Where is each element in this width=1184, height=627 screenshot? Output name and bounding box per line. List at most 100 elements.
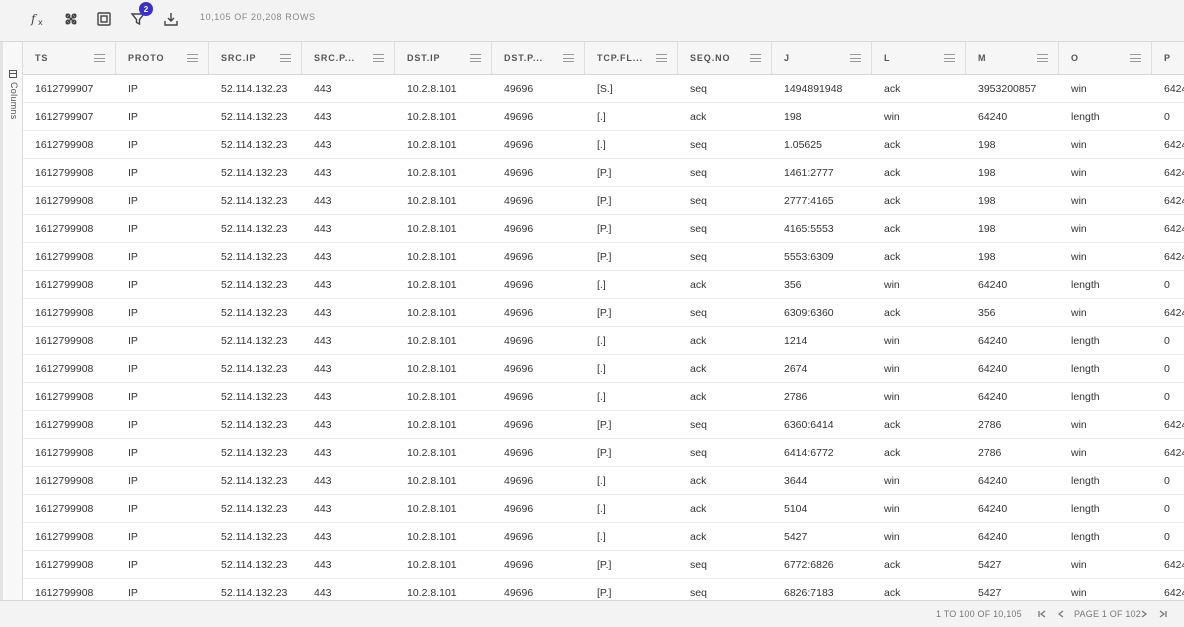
cell-seq-no: ack [690, 391, 707, 403]
grid-icon[interactable] [60, 8, 82, 30]
download-icon[interactable] [160, 8, 182, 30]
cell-proto: IP [128, 251, 138, 263]
table-row[interactable]: 1612799907 IP 52.114.132.23 443 10.2.8.101 49… [23, 103, 1184, 131]
cell-ts: 1612799908 [35, 363, 94, 375]
table-row[interactable]: 1612799908 IP 52.114.132.23 443 10.2.8.101 49… [23, 215, 1184, 243]
table-row[interactable]: 1612799908 IP 52.114.132.23 443 10.2.8.101 49… [23, 439, 1184, 467]
table-row[interactable]: 1612799908 IP 52.114.132.23 443 10.2.8.101 49… [23, 411, 1184, 439]
column-header-dst-port[interactable]: DST.P... [492, 42, 585, 74]
table-row[interactable]: 1612799908 IP 52.114.132.23 443 10.2.8.101 49… [23, 467, 1184, 495]
cell-seq-no: seq [690, 139, 707, 151]
cell-dst-ip: 10.2.8.101 [407, 167, 457, 179]
cell-o: win [1071, 223, 1087, 235]
column-menu-icon[interactable] [850, 54, 861, 62]
cell-src-ip: 52.114.132.23 [221, 363, 288, 375]
table-row[interactable]: 1612799908 IP 52.114.132.23 443 10.2.8.101 49… [23, 159, 1184, 187]
cell-tcp-flags: [.] [597, 531, 606, 543]
table-row[interactable]: 1612799908 IP 52.114.132.23 443 10.2.8.101 49… [23, 383, 1184, 411]
cell-tcp-flags: [.] [597, 503, 606, 515]
cell-proto: IP [128, 391, 138, 403]
cell-tcp-flags: [.] [597, 111, 606, 123]
column-menu-icon[interactable] [470, 54, 481, 62]
column-menu-icon[interactable] [373, 54, 384, 62]
cell-dst-port: 49696 [504, 419, 534, 431]
cell-tcp-flags: [.] [597, 363, 606, 375]
column-menu-icon[interactable] [750, 54, 761, 62]
cell-ts: 1612799908 [35, 223, 94, 235]
cell-p: 6424 [1164, 167, 1184, 179]
table-row[interactable]: 1612799908 IP 52.114.132.23 443 10.2.8.101 49… [23, 579, 1184, 601]
cell-ts: 1612799908 [35, 307, 94, 319]
column-menu-icon[interactable] [280, 54, 291, 62]
table-row[interactable]: 1612799908 IP 52.114.132.23 443 10.2.8.101 49… [23, 131, 1184, 159]
cell-p: 0 [1164, 335, 1170, 347]
column-menu-icon[interactable] [656, 54, 667, 62]
table-row[interactable]: 1612799908 IP 52.114.132.23 443 10.2.8.101 49… [23, 271, 1184, 299]
column-header-m[interactable]: M [966, 42, 1059, 74]
cell-l: win [884, 363, 900, 375]
table-row[interactable]: 1612799908 IP 52.114.132.23 443 10.2.8.101 49… [23, 495, 1184, 523]
next-page-icon[interactable] [1138, 607, 1150, 621]
column-header-dst-ip[interactable]: DST.IP [395, 42, 492, 74]
cell-ts: 1612799908 [35, 195, 94, 207]
table-row[interactable]: 1612799907 IP 52.114.132.23 443 10.2.8.101 49… [23, 75, 1184, 103]
cell-j: 2786 [784, 391, 808, 403]
cell-src-port: 443 [314, 503, 332, 515]
table-row[interactable]: 1612799908 IP 52.114.132.23 443 10.2.8.101 49… [23, 523, 1184, 551]
table-row[interactable]: 1612799908 IP 52.114.132.23 443 10.2.8.101 49… [23, 187, 1184, 215]
cell-src-ip: 52.114.132.23 [221, 195, 288, 207]
table-row[interactable]: 1612799908 IP 52.114.132.23 443 10.2.8.101 49… [23, 551, 1184, 579]
function-icon[interactable]: fx [27, 8, 49, 30]
column-header-src-port[interactable]: SRC.P... [302, 42, 395, 74]
column-menu-icon[interactable] [187, 54, 198, 62]
pagination-bar: 1 TO 100 OF 10,105 PAGE 1 OF 102 [0, 600, 1184, 627]
column-header-tcp-flags[interactable]: TCP.FL... [585, 42, 678, 74]
cell-l: ack [884, 307, 901, 319]
previous-page-icon[interactable] [1055, 607, 1067, 621]
table-row[interactable]: 1612799908 IP 52.114.132.23 443 10.2.8.101 49… [23, 299, 1184, 327]
column-header-p[interactable]: P [1152, 42, 1184, 74]
cell-m: 198 [978, 251, 996, 263]
table-row[interactable]: 1612799908 IP 52.114.132.23 443 10.2.8.101 49… [23, 243, 1184, 271]
column-header-l[interactable]: L [872, 42, 966, 74]
cell-seq-no: seq [690, 251, 707, 263]
table-row[interactable]: 1612799908 IP 52.114.132.23 443 10.2.8.101 49… [23, 327, 1184, 355]
cell-src-ip: 52.114.132.23 [221, 167, 288, 179]
cell-ts: 1612799907 [35, 111, 94, 123]
column-header-proto[interactable]: PROTO [116, 42, 209, 74]
cell-m: 5427 [978, 587, 1002, 599]
cell-dst-ip: 10.2.8.101 [407, 419, 457, 431]
first-page-icon[interactable] [1036, 607, 1048, 621]
cell-src-port: 443 [314, 419, 332, 431]
column-menu-icon[interactable] [94, 54, 105, 62]
column-header-o[interactable]: O [1059, 42, 1152, 74]
column-header-label: TCP.FL... [597, 53, 643, 63]
cell-src-port: 443 [314, 139, 332, 151]
column-menu-icon[interactable] [1037, 54, 1048, 62]
column-header-seq-no[interactable]: SEQ.NO [678, 42, 772, 74]
cell-proto: IP [128, 503, 138, 515]
column-header-j[interactable]: J [772, 42, 872, 74]
last-page-icon[interactable] [1157, 607, 1169, 621]
cell-l: win [884, 279, 900, 291]
cell-j: 6414:6772 [784, 447, 834, 459]
cell-tcp-flags: [P.] [597, 195, 612, 207]
cell-tcp-flags: [P.] [597, 419, 612, 431]
columns-panel-tab[interactable]: Columns [7, 70, 21, 130]
column-header-ts[interactable]: TS [23, 42, 116, 74]
table-row[interactable]: 1612799908 IP 52.114.132.23 443 10.2.8.101 49… [23, 355, 1184, 383]
column-menu-icon[interactable] [944, 54, 955, 62]
cell-o: win [1071, 587, 1087, 599]
frame-icon[interactable] [93, 8, 115, 30]
cell-proto: IP [128, 559, 138, 571]
column-menu-icon[interactable] [563, 54, 574, 62]
column-menu-icon[interactable] [1130, 54, 1141, 62]
cell-src-port: 443 [314, 587, 332, 599]
cell-l: win [884, 391, 900, 403]
cell-o: win [1071, 447, 1087, 459]
cell-m: 64240 [978, 111, 1008, 123]
column-header-src-ip[interactable]: SRC.IP [209, 42, 302, 74]
cell-proto: IP [128, 587, 138, 599]
cell-l: win [884, 335, 900, 347]
cell-dst-ip: 10.2.8.101 [407, 587, 457, 599]
